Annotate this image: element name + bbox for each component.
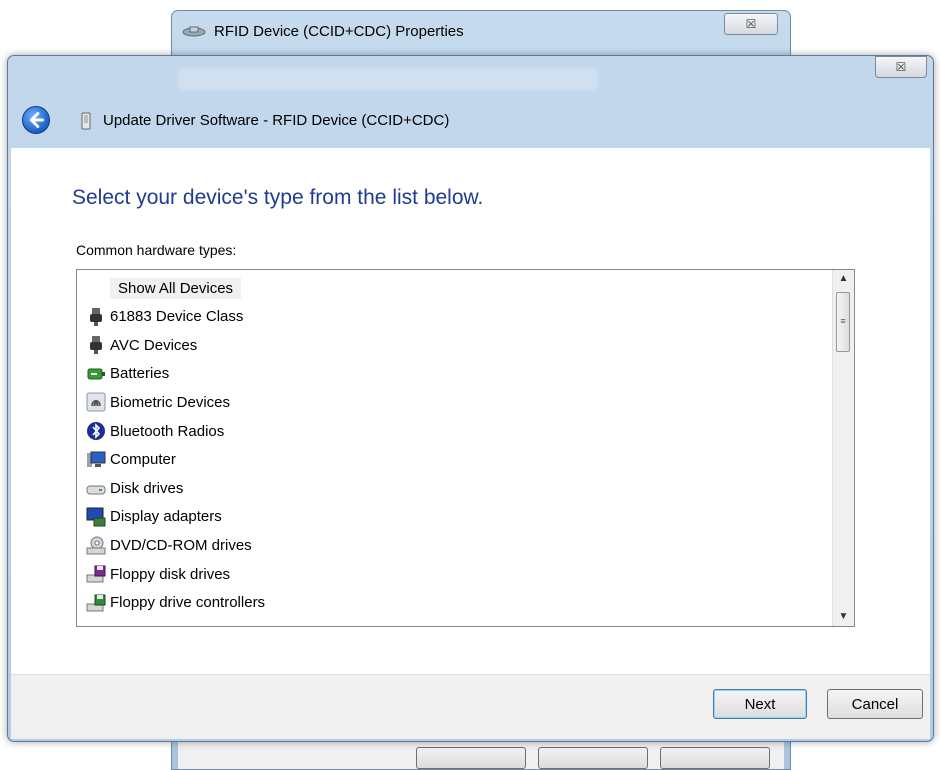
list-item-label: Biometric Devices: [110, 393, 231, 411]
list-item[interactable]: Show All Devices: [85, 275, 242, 301]
list-item-label: DVD/CD-ROM drives: [110, 536, 252, 554]
wizard-footer: Next Cancel: [11, 674, 930, 739]
list-item[interactable]: DVD/CD-ROM drives: [85, 532, 252, 558]
background-button[interactable]: [660, 747, 770, 769]
wizard-title: Update Driver Software - RFID Device (CC…: [103, 112, 450, 129]
floppy-drive-icon: [85, 563, 107, 585]
background-button[interactable]: [416, 747, 526, 769]
wizard-content: Select your device's type from the list …: [11, 148, 930, 674]
list-item-label: Computer: [110, 451, 176, 469]
bluetooth-icon: [85, 420, 107, 442]
list-item-label: AVC Devices: [110, 336, 198, 354]
cancel-button[interactable]: Cancel: [827, 689, 923, 719]
list-item[interactable]: Display adapters: [85, 504, 222, 530]
connector-icon: [85, 306, 107, 328]
list-item-label: Show All Devices: [110, 277, 242, 299]
list-item-label: 61883 Device Class: [110, 308, 244, 326]
battery-icon: [85, 363, 107, 385]
update-driver-wizard-window: ☒ Update Driver Software - RFID Device (…: [7, 55, 934, 742]
list-item[interactable]: Batteries: [85, 361, 169, 387]
hardware-types-label: Common hardware types:: [76, 242, 237, 258]
scroll-down-arrow-icon[interactable]: ▼: [833, 608, 854, 626]
fingerprint-icon: [85, 391, 107, 413]
hardware-types-list[interactable]: Show All Devices 61883 Device Class AVC De…: [76, 269, 855, 627]
computer-icon: [85, 449, 107, 471]
disk-drive-icon: [85, 477, 107, 499]
list-item-label: Display adapters: [110, 508, 222, 526]
list-item[interactable]: Bluetooth Radios: [85, 418, 224, 444]
list-item[interactable]: Floppy disk drives: [85, 561, 230, 587]
device-icon: [81, 112, 91, 130]
background-button[interactable]: [538, 747, 648, 769]
background-close-button[interactable]: ☒: [724, 13, 778, 35]
vertical-scrollbar[interactable]: ▲ ≡ ▼: [832, 270, 854, 626]
close-button[interactable]: ☒: [875, 56, 927, 78]
back-button[interactable]: [22, 106, 50, 134]
list-item[interactable]: Floppy drive controllers: [85, 590, 265, 616]
list-item[interactable]: Computer: [85, 447, 176, 473]
scroll-up-arrow-icon[interactable]: ▲: [833, 270, 854, 288]
list-item-label: Floppy disk drives: [110, 565, 231, 583]
list-item-label: Disk drives: [110, 479, 184, 497]
ghost-title-reflection: [178, 68, 598, 90]
page-heading: Select your device's type from the list …: [72, 186, 484, 209]
list-item-label: Bluetooth Radios: [110, 422, 225, 440]
dvd-drive-icon: [85, 534, 107, 556]
scroll-thumb[interactable]: ≡: [836, 292, 850, 352]
list-item-label: Batteries: [110, 365, 170, 383]
background-window-title: RFID Device (CCID+CDC) Properties: [214, 23, 464, 40]
device-icon: [182, 26, 206, 37]
list-item[interactable]: Disk drives: [85, 475, 183, 501]
list-item[interactable]: Biometric Devices: [85, 389, 230, 415]
background-window-footer: [178, 740, 784, 769]
list-item[interactable]: 61883 Device Class: [85, 304, 243, 330]
floppy-controller-icon: [85, 592, 107, 614]
next-button[interactable]: Next: [713, 689, 807, 719]
display-adapter-icon: [85, 506, 107, 528]
list-item-label: Floppy drive controllers: [110, 594, 266, 612]
list-item[interactable]: AVC Devices: [85, 332, 197, 358]
connector-icon: [85, 334, 107, 356]
back-arrow-icon: [29, 112, 44, 128]
